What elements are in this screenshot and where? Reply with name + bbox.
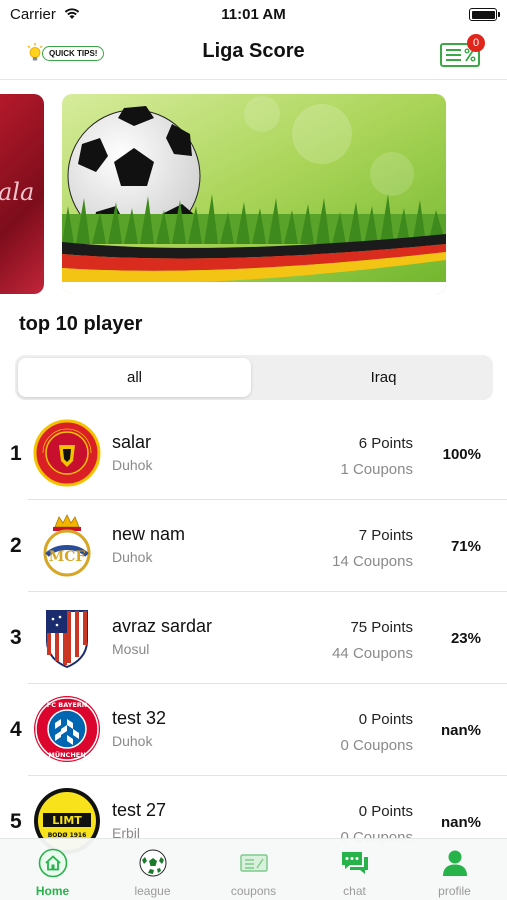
- rank-number: 2: [10, 534, 22, 557]
- rank-number: 5: [10, 810, 22, 833]
- list-item[interactable]: 1 salar Duhok 6 Points 1 Coupons 100%: [0, 408, 507, 500]
- page-title: Liga Score: [202, 40, 305, 62]
- status-bar: Carrier 11:01 AM: [0, 0, 507, 28]
- player-coupons: 1 Coupons: [340, 461, 413, 478]
- rank-number: 1: [10, 442, 22, 465]
- svg-text:MCF: MCF: [49, 549, 86, 565]
- player-percent: 23%: [450, 630, 481, 647]
- player-points: 6 Points: [358, 435, 413, 452]
- player-points: 7 Points: [358, 527, 413, 544]
- player-points: 0 Points: [358, 803, 413, 820]
- tab-label: chat: [343, 884, 366, 898]
- region-segmented-control: all Iraq: [15, 355, 493, 400]
- tab-profile[interactable]: profile: [404, 839, 505, 900]
- tab-label: league: [134, 884, 171, 898]
- svg-text:FC BAYERN: FC BAYERN: [47, 701, 87, 709]
- player-city: Duhok: [112, 549, 153, 565]
- tab-label: profile: [438, 884, 471, 898]
- player-percent: 71%: [450, 538, 481, 555]
- player-coupons: 14 Coupons: [332, 553, 413, 570]
- player-percent: nan%: [440, 814, 481, 831]
- tab-league[interactable]: league: [102, 839, 203, 900]
- list-item[interactable]: 4 FC BAYERN MÜNCHEN test 32 Duhok 0 Poin…: [0, 684, 507, 776]
- tab-chat[interactable]: chat: [304, 839, 405, 900]
- banner-side-text: ala: [0, 178, 35, 206]
- home-icon: [38, 848, 68, 878]
- player-points: 75 Points: [350, 619, 413, 636]
- segment-iraq[interactable]: Iraq: [267, 358, 500, 397]
- banner-previous-slide[interactable]: ala: [0, 94, 44, 294]
- player-name: test 27: [112, 800, 167, 820]
- section-title: top 10 player: [19, 313, 143, 335]
- player-coupons: 44 Coupons: [332, 645, 413, 662]
- coupon-cart-button[interactable]: 0: [439, 34, 485, 68]
- player-coupons: 0 Coupons: [340, 737, 413, 754]
- soccer-ball-icon: [139, 849, 167, 877]
- player-percent: nan%: [440, 722, 481, 739]
- nav-bar: QUICK TIPS! Liga Score 0: [0, 28, 507, 80]
- player-name: test 32: [112, 708, 167, 728]
- chat-icon: [342, 852, 368, 874]
- banner-image[interactable]: [62, 94, 446, 294]
- tab-bar: Home league coupons chat profile: [0, 838, 507, 900]
- battery-icon: [469, 8, 500, 21]
- player-city: Duhok: [112, 457, 153, 473]
- tab-coupons[interactable]: coupons: [203, 839, 304, 900]
- segment-all[interactable]: all: [18, 358, 251, 397]
- tab-home[interactable]: Home: [2, 839, 103, 900]
- rank-number: 4: [10, 718, 22, 741]
- player-city: Mosul: [112, 641, 150, 657]
- clock: 11:01 AM: [221, 6, 286, 23]
- rank-number: 3: [10, 626, 22, 649]
- tab-label: coupons: [230, 884, 277, 898]
- coupon-count-badge: 0: [467, 34, 485, 52]
- real-madrid-logo-icon: MCF: [43, 514, 91, 577]
- tab-label: Home: [35, 884, 70, 898]
- player-points: 0 Points: [358, 711, 413, 728]
- player-name: new nam: [112, 524, 186, 544]
- svg-text:MÜNCHEN: MÜNCHEN: [48, 750, 85, 759]
- player-name: avraz sardar: [112, 616, 213, 636]
- coupon-icon: [240, 854, 268, 872]
- list-item[interactable]: 2 MCF new nam Duhok 7 Points 14 Coupons …: [0, 500, 507, 592]
- player-name: salar: [112, 432, 152, 452]
- atletico-madrid-logo-icon: [46, 610, 88, 669]
- profile-icon: [443, 850, 467, 876]
- player-city: Duhok: [112, 733, 153, 749]
- svg-text:LIMT: LIMT: [52, 814, 82, 827]
- player-percent: 100%: [442, 446, 481, 463]
- manchester-united-logo-icon: [33, 419, 101, 487]
- bayern-munich-logo-icon: FC BAYERN MÜNCHEN: [34, 696, 100, 762]
- list-item[interactable]: 3 avraz sardar Mosul 75 Points 44 Coupon…: [0, 592, 507, 684]
